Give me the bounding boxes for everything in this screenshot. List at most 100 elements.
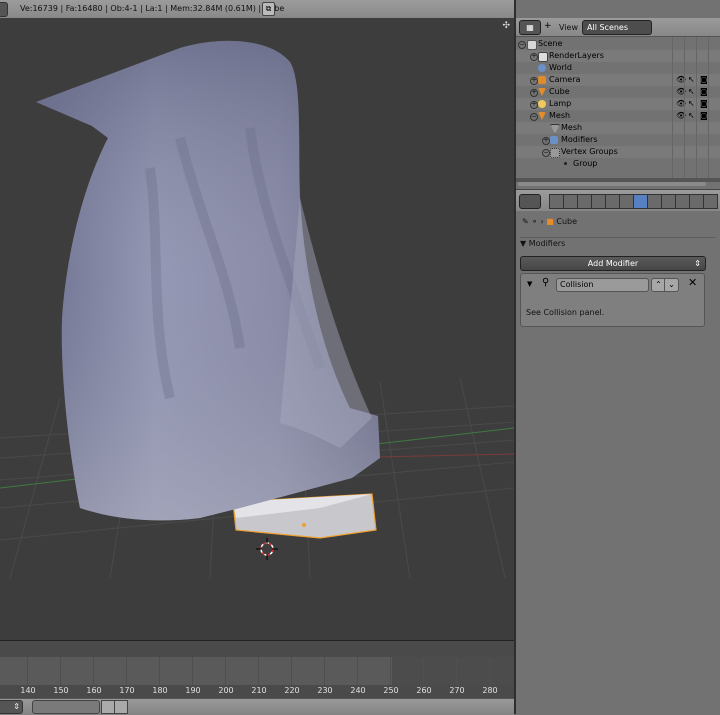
expand-icon[interactable]: + [530, 89, 538, 97]
modifier-name-field[interactable]: Collision [556, 278, 649, 292]
outliner-label: RenderLayers [549, 51, 604, 60]
outliner-item-modifiers[interactable]: + Modifiers [516, 134, 720, 146]
cube-object-icon: ■ [546, 217, 554, 226]
fullscreen-icon[interactable]: ⧉ [262, 2, 275, 16]
timeline-tick-label: 140 [20, 686, 36, 695]
plus-icon[interactable]: + [544, 21, 552, 31]
camera-render-icon[interactable]: ◙ [700, 88, 708, 96]
expand-icon[interactable]: + [530, 53, 538, 61]
cursor-select-icon[interactable]: ↖ [688, 88, 695, 96]
physics-tab-icon[interactable] [703, 194, 718, 209]
camera-render-icon[interactable]: ◙ [700, 112, 708, 120]
expand-icon[interactable]: + [542, 137, 550, 145]
eye-icon[interactable]: 👁 [676, 112, 686, 120]
properties-header [516, 189, 720, 212]
collapse-icon[interactable]: − [518, 41, 526, 49]
timeline-tick-label: 160 [86, 686, 102, 695]
timeline-tick-label: 230 [317, 686, 333, 695]
outliner-item-group[interactable]: Group [516, 158, 720, 170]
object-tab-icon[interactable] [605, 194, 620, 209]
outliner-scrollbar[interactable] [518, 182, 706, 186]
area-split-icon[interactable]: ✣ [502, 21, 510, 31]
timeline-header: ⇕ [0, 698, 514, 715]
outliner-item-cube[interactable]: + Cube 👁 ↖ ◙ [516, 86, 720, 98]
cursor-select-icon[interactable]: ↖ [688, 112, 695, 120]
scene-icon [527, 40, 537, 50]
render-layers-tab-icon[interactable] [563, 194, 578, 209]
material-tab-icon[interactable] [661, 194, 676, 209]
scene-icon: ⚬ [531, 217, 538, 226]
outliner-item-scene[interactable]: − Scene [516, 38, 720, 50]
outliner-label: World [549, 63, 572, 72]
timeline-tick-label: 170 [119, 686, 135, 695]
mesh-data-icon [550, 124, 560, 134]
viewport-scene [0, 40, 514, 579]
constraints-tab-icon[interactable] [619, 194, 634, 209]
scene-tab-icon[interactable] [577, 194, 592, 209]
insert-keyframe-icon[interactable] [101, 700, 115, 714]
cursor-select-icon[interactable]: ↖ [688, 76, 695, 84]
cursor-select-icon[interactable]: ↖ [688, 100, 695, 108]
data-tab-icon[interactable] [647, 194, 662, 209]
timeline-tick-label: 190 [185, 686, 201, 695]
renderlayers-icon [538, 52, 548, 62]
collapse-icon[interactable]: − [530, 113, 538, 121]
render-tab-icon[interactable] [549, 194, 564, 209]
timeline-menu-button[interactable]: ⇕ [0, 700, 23, 714]
pin-icon[interactable]: ✎ [522, 217, 529, 226]
eye-icon[interactable]: 👁 [676, 100, 686, 108]
view-menu[interactable]: View [559, 23, 578, 32]
outliner-label: Vertex Groups [561, 147, 618, 156]
eye-icon[interactable]: 👁 [676, 88, 686, 96]
outliner-label: Camera [549, 75, 581, 84]
world-tab-icon[interactable] [591, 194, 606, 209]
breadcrumb: ✎ ⚬ › ■ Cube [522, 217, 577, 226]
eye-icon[interactable]: 👁 [676, 76, 686, 84]
timeline-tick-label: 260 [416, 686, 432, 695]
camera-icon [538, 76, 546, 84]
camera-render-icon[interactable]: ◙ [700, 100, 708, 108]
camera-render-icon[interactable]: ◙ [700, 76, 708, 84]
divider [520, 237, 716, 238]
particles-tab-icon[interactable] [689, 194, 704, 209]
modifiers-tab-icon[interactable] [633, 194, 648, 209]
mesh-object-icon [538, 112, 546, 120]
outliner-item-mesh-data[interactable]: Mesh [516, 122, 720, 134]
add-modifier-button[interactable]: Add Modifier ⇕ [520, 256, 706, 271]
3d-viewport[interactable]: ✣ [0, 18, 514, 640]
outliner-item-renderlayers[interactable]: + RenderLayers [516, 50, 720, 62]
timeline[interactable]: 140 150 160 170 180 190 200 210 220 230 … [0, 640, 514, 699]
info-header: Ve:16739 | Fa:16480 | Ob:4-1 | La:1 | Me… [0, 0, 514, 19]
expand-icon[interactable]: + [530, 101, 538, 109]
outliner-item-camera[interactable]: + Camera 👁 ↖ ◙ [516, 74, 720, 86]
keying-set-field[interactable] [32, 700, 100, 714]
outliner-item-lamp[interactable]: + Lamp 👁 ↖ ◙ [516, 98, 720, 110]
collapse-icon[interactable]: − [542, 149, 550, 157]
breadcrumb-object: Cube [556, 217, 578, 226]
outliner-item-world[interactable]: World [516, 62, 720, 74]
outliner-header: ▦ + View All Scenes [516, 18, 720, 37]
outliner-label: Lamp [549, 99, 572, 108]
outliner-item-vertex-groups[interactable]: − Vertex Groups [516, 146, 720, 158]
move-down-icon[interactable]: ⌄ [664, 278, 679, 292]
collision-modifier-box: ▼ ⚲ Collision ⌃ ⌄ ✕ See Collision panel. [520, 273, 705, 327]
add-modifier-label: Add Modifier [587, 259, 639, 268]
3d-cursor-icon [256, 538, 278, 560]
outliner-label: Modifiers [561, 135, 598, 144]
modifiers-panel-header[interactable]: ▼ Modifiers [520, 239, 565, 248]
texture-tab-icon[interactable] [675, 194, 690, 209]
editor-type-button[interactable] [519, 194, 541, 209]
close-icon[interactable]: ✕ [688, 277, 697, 289]
dot-icon [564, 162, 567, 165]
outliner-label: Group [573, 159, 598, 168]
outliner-label: Mesh [549, 111, 571, 120]
collision-modifier-icon: ⚲ [542, 277, 550, 288]
editor-type-button[interactable]: ▦ [519, 20, 541, 35]
expand-icon[interactable]: + [530, 77, 538, 85]
collapse-triangle-icon: ▼ [520, 239, 527, 248]
display-mode-select[interactable]: All Scenes [582, 20, 652, 35]
editor-type-button[interactable] [0, 2, 8, 17]
delete-keyframe-icon[interactable] [114, 700, 128, 714]
outliner-item-mesh[interactable]: − Mesh 👁 ↖ ◙ [516, 110, 720, 122]
collapse-triangle-icon[interactable]: ▼ [527, 280, 532, 288]
